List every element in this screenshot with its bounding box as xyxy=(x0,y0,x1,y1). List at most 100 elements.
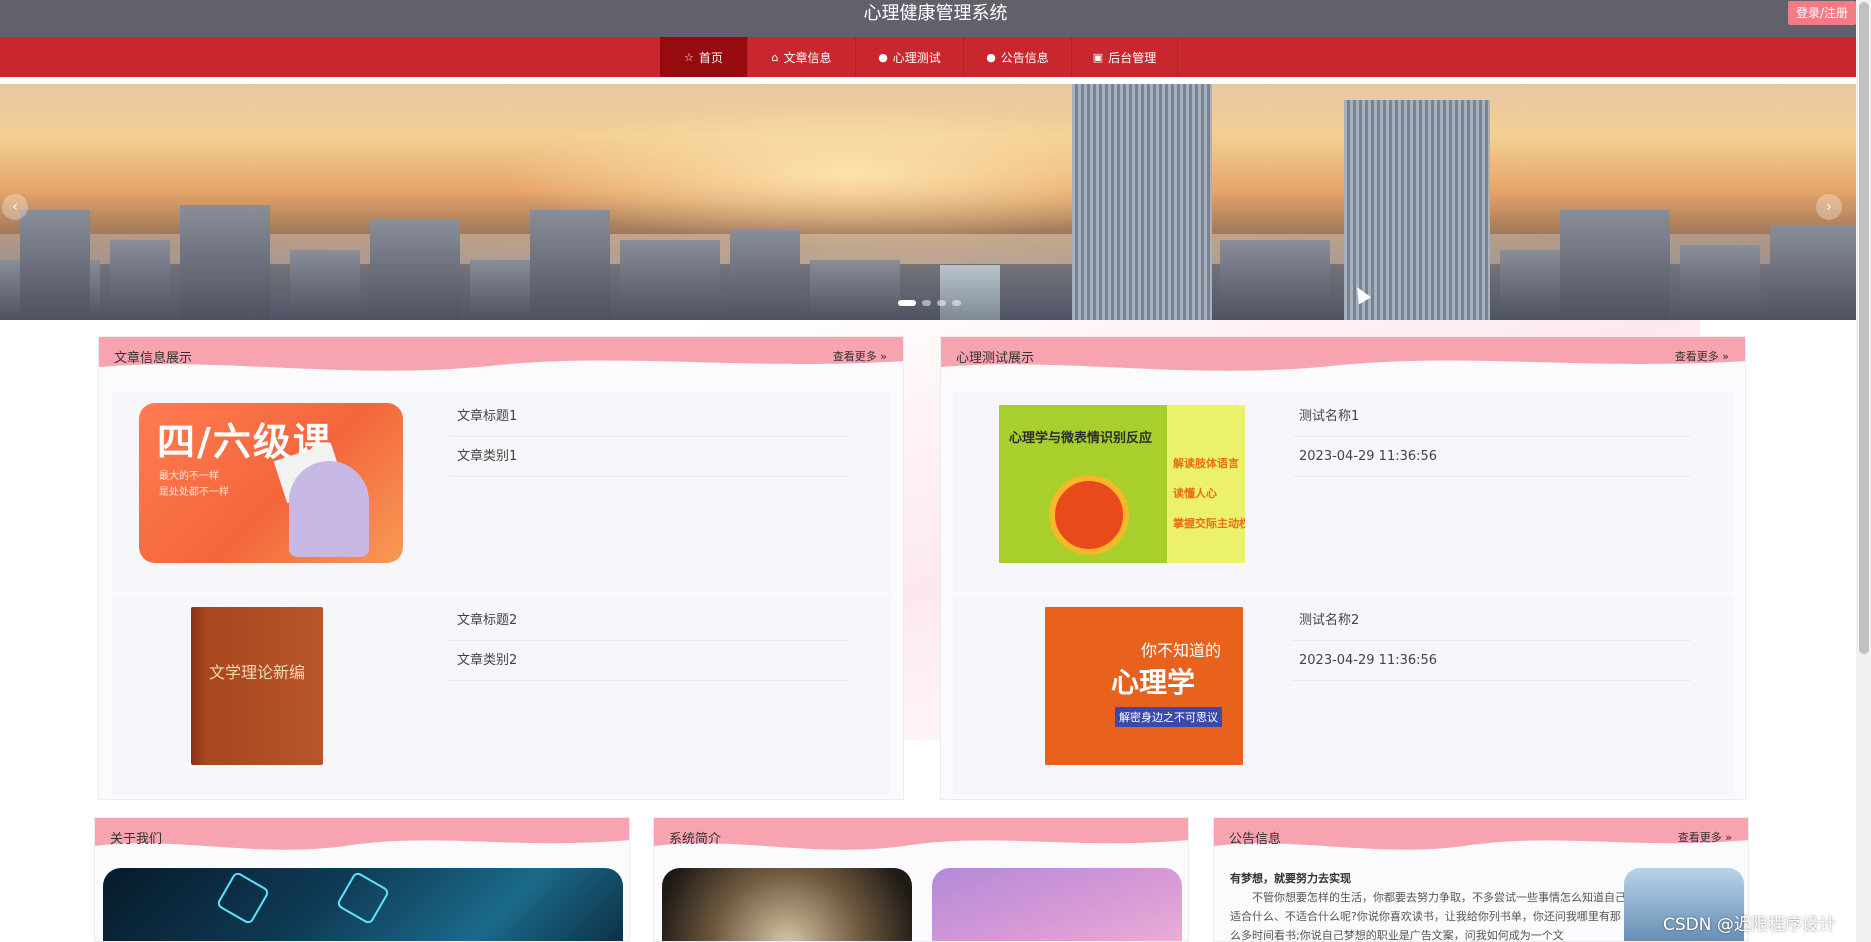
carousel-dots xyxy=(898,300,961,306)
building xyxy=(1770,225,1856,320)
building xyxy=(810,260,900,320)
article-thumbnail[interactable]: 文学理论新编 xyxy=(139,607,403,767)
notice-excerpt: 不管你想要怎样的生活，你都要去努力争取，不多尝试一些事情怎么知道自己适合什么、不… xyxy=(1230,891,1626,942)
building xyxy=(110,240,170,320)
cover-subtitle: 解密身边之不可思议 xyxy=(1115,707,1222,727)
view-more-link[interactable]: 查看更多 » xyxy=(833,348,887,364)
notice-title[interactable]: 有梦想，就要努力去实现 xyxy=(1230,870,1351,886)
panel-header: 关于我们 xyxy=(95,818,629,854)
article-card[interactable]: 文学理论新编 文章标题2 文章类别2 xyxy=(111,595,891,795)
article-title[interactable]: 文章标题2 xyxy=(449,601,849,641)
nav-item-tests[interactable]: ● 心理测试 xyxy=(856,37,964,77)
test-name[interactable]: 测试名称1 xyxy=(1291,397,1691,437)
intro-panel: 系统简介 xyxy=(653,817,1189,942)
thumb-subtext-line: 是处处都不一样 xyxy=(159,487,229,498)
nav-label: 心理测试 xyxy=(892,50,941,65)
calendar-icon: ▣ xyxy=(1092,50,1104,64)
view-more-label: 查看更多 xyxy=(1674,350,1719,363)
cover-right: 解读肢体语言 读懂人心 掌握交际主动权 xyxy=(1167,405,1245,563)
book-cover-title: 文学理论新编 xyxy=(208,663,305,682)
about-image xyxy=(103,868,623,941)
view-more-label: 查看更多 xyxy=(832,350,877,363)
person-illustration xyxy=(289,461,369,557)
nav-label: 文章信息 xyxy=(783,50,832,65)
question-circle-icon: ● xyxy=(986,50,996,64)
view-more-link[interactable]: 查看更多 » xyxy=(1678,829,1732,845)
intro-image xyxy=(662,868,912,941)
test-time: 2023-04-29 11:36:56 xyxy=(1291,437,1691,477)
lion-illustration xyxy=(1049,475,1129,555)
panel-header-wave xyxy=(99,337,903,371)
cover-title-main: 心理学 xyxy=(1111,666,1196,699)
panel-header-wave xyxy=(95,818,629,850)
building xyxy=(370,220,460,320)
building xyxy=(1560,210,1670,320)
panel-header-wave xyxy=(654,818,1188,850)
nav-item-home[interactable]: ☆ 首页 xyxy=(660,37,748,77)
cover-left: 心理学与微表情识别反应 xyxy=(999,405,1167,563)
nav-label: 后台管理 xyxy=(1108,50,1157,65)
test-name[interactable]: 测试名称2 xyxy=(1291,601,1691,641)
view-more-link[interactable]: 查看更多 » xyxy=(1675,348,1729,364)
building xyxy=(1220,240,1330,320)
carousel-dot[interactable] xyxy=(922,300,931,306)
panel-header-wave xyxy=(941,337,1745,371)
article-category: 文章类别2 xyxy=(449,641,849,681)
carousel-dot[interactable] xyxy=(952,300,961,306)
info-circle-icon: ● xyxy=(878,50,888,64)
building xyxy=(530,210,610,320)
articles-panel: 文章信息展示 查看更多 » 四/六级课 最大的不一样 是处处都不一样 文章标题1… xyxy=(98,336,904,800)
panel-header: 文章信息展示 查看更多 » xyxy=(99,337,903,373)
hero-carousel[interactable]: ‹ › xyxy=(0,84,1856,320)
main-nav: ☆ 首页 ⌂ 文章信息 ● 心理测试 ● 公告信息 ▣ 后台管理 xyxy=(0,37,1856,77)
nav-label: 首页 xyxy=(698,50,723,65)
skyscraper xyxy=(1072,84,1212,320)
title-bar: 心理健康管理系统 xyxy=(0,0,1871,37)
test-card[interactable]: 你不知道的 心理学 解密身边之不可思议 测试名称2 2023-04-29 11:… xyxy=(953,595,1733,795)
nav-item-admin[interactable]: ▣ 后台管理 xyxy=(1072,37,1178,77)
panel-title: 公告信息 xyxy=(1229,832,1282,847)
scrollbar-thumb[interactable] xyxy=(1859,2,1869,654)
building xyxy=(730,230,800,320)
test-thumbnail[interactable]: 你不知道的 心理学 解密身边之不可思议 xyxy=(981,607,1245,767)
skyscraper xyxy=(1344,100,1490,320)
building xyxy=(290,250,360,320)
article-card[interactable]: 四/六级课 最大的不一样 是处处都不一样 文章标题1 文章类别1 xyxy=(111,391,891,591)
nav-item-articles[interactable]: ⌂ 文章信息 xyxy=(748,37,856,77)
panel-title: 系统简介 xyxy=(669,832,722,847)
watermark: CSDN @迟限程序设计 xyxy=(1663,915,1836,935)
carousel-dot[interactable] xyxy=(898,300,916,306)
about-panel: 关于我们 xyxy=(94,817,630,942)
test-time: 2023-04-29 11:36:56 xyxy=(1291,641,1691,681)
panel-header-wave xyxy=(1214,818,1748,850)
carousel-dot[interactable] xyxy=(937,300,946,306)
book-cover: 心理学与微表情识别反应 解读肢体语言 读懂人心 掌握交际主动权 xyxy=(999,405,1245,563)
cover-title: 你不知道的 xyxy=(1141,641,1222,660)
article-thumbnail[interactable]: 四/六级课 最大的不一样 是处处都不一样 xyxy=(139,403,403,563)
test-card[interactable]: 心理学与微表情识别反应 解读肢体语言 读懂人心 掌握交际主动权 测试名称1 20… xyxy=(953,391,1733,591)
home-icon: ⌂ xyxy=(771,50,779,64)
login-register-button[interactable]: 登录/注册 xyxy=(1788,1,1856,25)
book-cover: 文学理论新编 xyxy=(191,607,323,765)
panel-title: 心理测试展示 xyxy=(956,351,1035,366)
article-title[interactable]: 文章标题1 xyxy=(449,397,849,437)
panel-header: 心理测试展示 查看更多 » xyxy=(941,337,1745,373)
panel-header: 公告信息 查看更多 » xyxy=(1214,818,1748,854)
test-thumbnail[interactable]: 心理学与微表情识别反应 解读肢体语言 读懂人心 掌握交际主动权 xyxy=(981,403,1245,563)
thumb-subtext-line: 最大的不一样 xyxy=(159,471,219,482)
cover-side-text: 掌握交际主动权 xyxy=(1173,517,1245,530)
cover-side-text: 解读肢体语言 xyxy=(1173,457,1239,470)
tests-panel: 心理测试展示 查看更多 » 心理学与微表情识别反应 解读肢体语言 读懂人心 掌握… xyxy=(940,336,1746,800)
nav-item-notices[interactable]: ● 公告信息 xyxy=(964,37,1072,77)
thumb-subtext: 最大的不一样 是处处都不一样 xyxy=(159,469,229,501)
view-more-label: 查看更多 xyxy=(1677,831,1722,844)
building xyxy=(620,240,720,320)
panel-title: 关于我们 xyxy=(110,832,163,847)
nav-label: 公告信息 xyxy=(1000,50,1049,65)
carousel-next-button[interactable]: › xyxy=(1816,194,1842,220)
intro-image xyxy=(932,868,1182,941)
star-icon: ☆ xyxy=(684,50,694,64)
hexagon-icon xyxy=(215,870,271,926)
carousel-prev-button[interactable]: ‹ xyxy=(2,194,28,220)
cover-side-text: 读懂人心 xyxy=(1173,487,1217,500)
